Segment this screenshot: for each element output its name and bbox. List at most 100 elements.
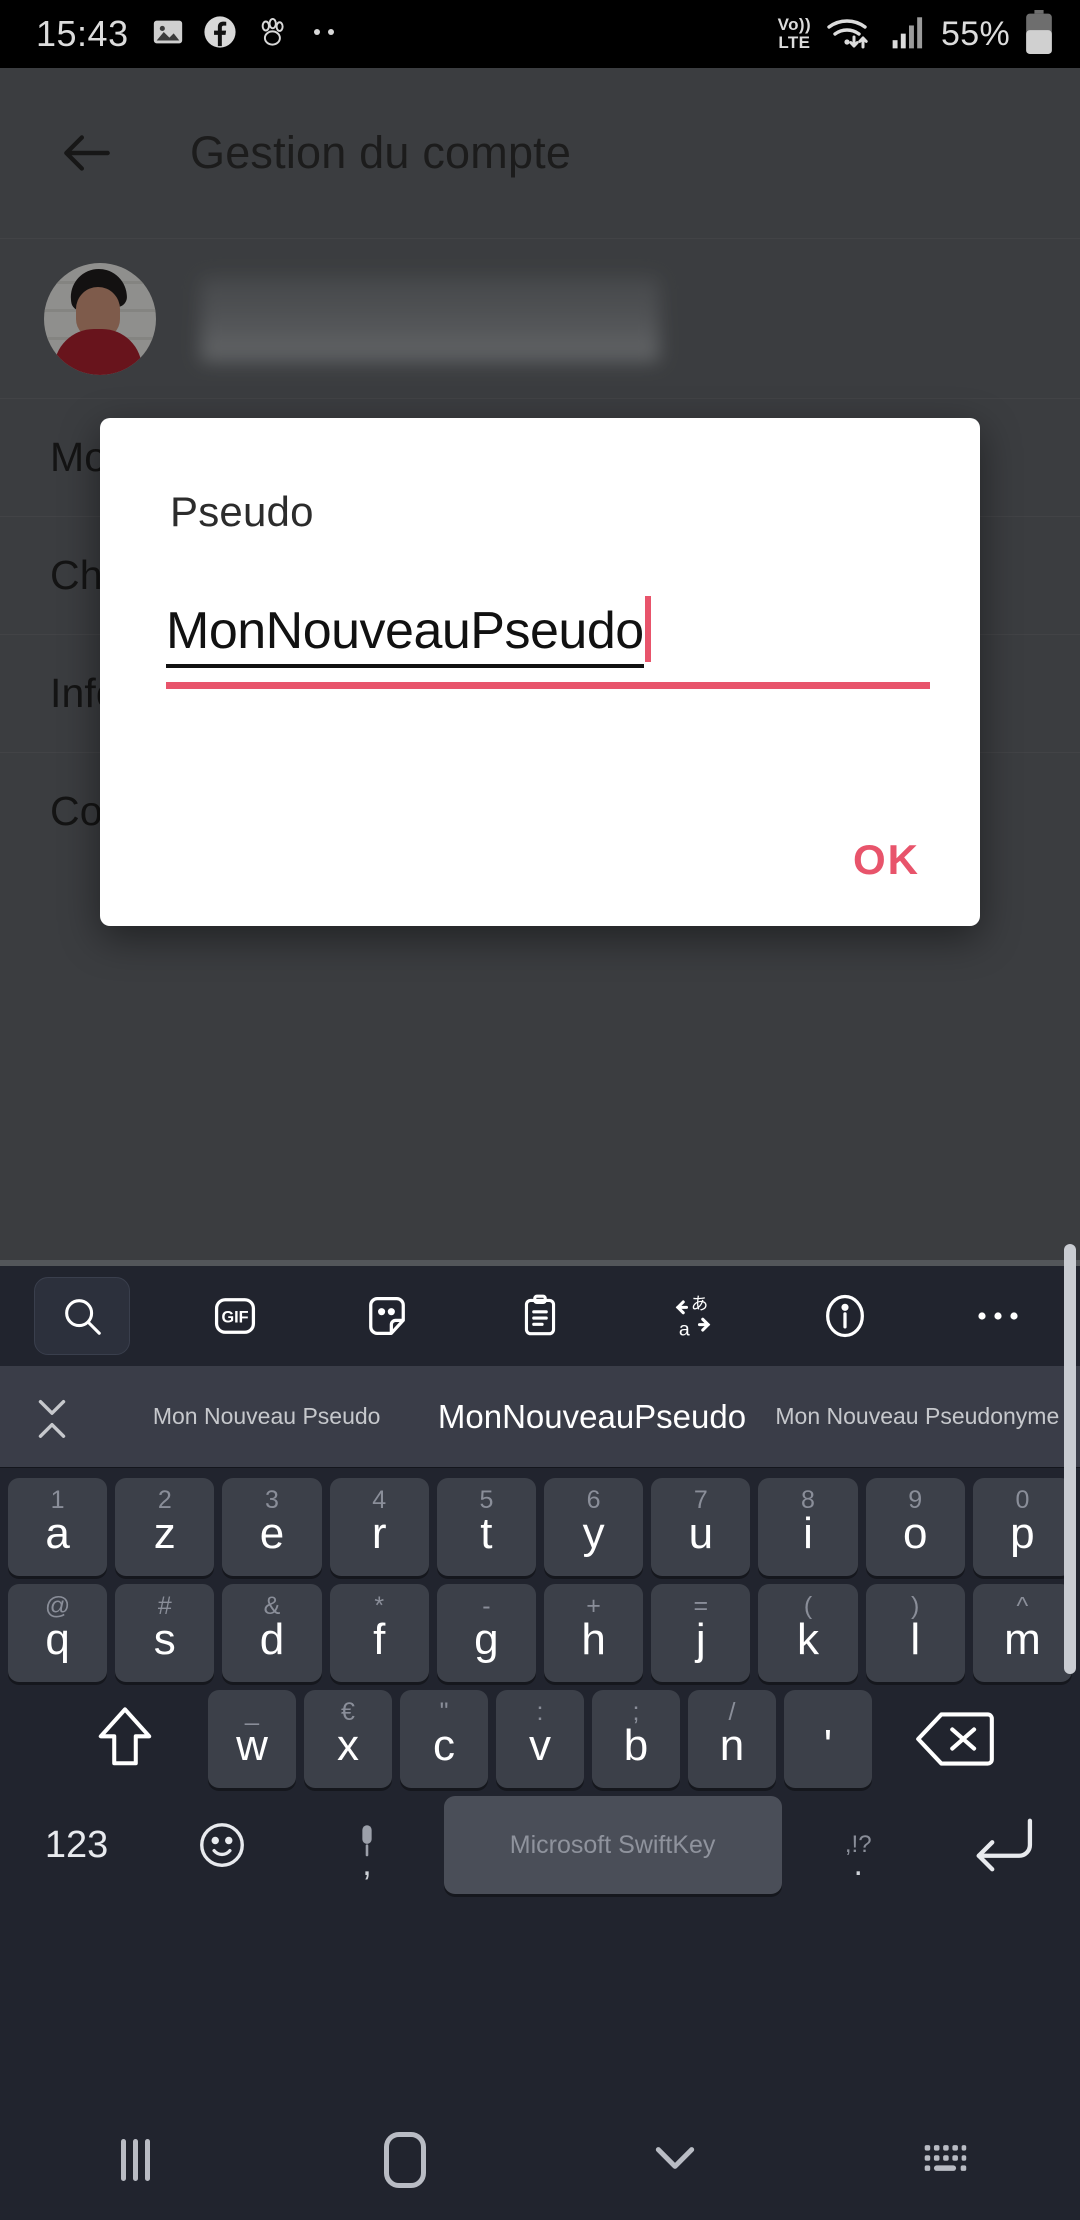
key-label: y: [582, 1509, 605, 1558]
suggestion-0[interactable]: Mon Nouveau Pseudo: [104, 1403, 429, 1430]
search-icon[interactable]: [34, 1277, 130, 1355]
key-sup: /: [728, 1698, 736, 1726]
key-label: m: [1004, 1615, 1041, 1664]
info-icon[interactable]: [797, 1277, 893, 1355]
suggestion-bar: Mon Nouveau Pseudo MonNouveauPseudo Mon …: [0, 1366, 1080, 1468]
key-i[interactable]: 8i: [758, 1478, 858, 1576]
recents-button[interactable]: [0, 2139, 270, 2181]
status-bar-right: Vo)) LTE 55%: [778, 9, 1054, 59]
backspace-icon[interactable]: [880, 1690, 1030, 1788]
text-cursor: [644, 596, 651, 662]
paw-icon: [255, 14, 291, 55]
key-y[interactable]: 6y: [544, 1478, 644, 1576]
space-key[interactable]: Microsoft SwiftKey: [443, 1796, 782, 1894]
key-label: b: [623, 1721, 649, 1770]
key-sup: 2: [157, 1486, 172, 1514]
key-apostrophe[interactable]: ': [784, 1690, 872, 1788]
suggestion-1[interactable]: MonNouveauPseudo: [429, 1398, 754, 1436]
sticker-icon[interactable]: [339, 1277, 435, 1355]
key-sup: 5: [479, 1486, 494, 1514]
photo-icon: [151, 15, 185, 54]
comma-mic-key[interactable]: ,: [298, 1796, 435, 1894]
key-k[interactable]: (k: [758, 1584, 858, 1682]
clipboard-icon[interactable]: [492, 1277, 588, 1355]
key-label: u: [688, 1509, 714, 1558]
profile-row[interactable]: [0, 238, 1080, 398]
keyboard-switcher-button[interactable]: [810, 2138, 1080, 2183]
key-j[interactable]: = j: [651, 1584, 751, 1682]
key-m[interactable]: ^ m: [972, 1584, 1073, 1682]
key-label: c: [433, 1721, 455, 1770]
svg-text:GIF: GIF: [221, 1309, 248, 1327]
home-button[interactable]: [270, 2132, 540, 2188]
translate-icon[interactable]: あ a: [645, 1277, 741, 1355]
key-label: a: [45, 1509, 70, 1558]
key-sup: 7: [693, 1486, 708, 1514]
key-t[interactable]: 5t: [436, 1478, 536, 1576]
keyboard-switcher-icon: [921, 2138, 969, 2183]
enter-icon[interactable]: [935, 1796, 1072, 1894]
keyboard-scrollbar[interactable]: [1064, 1244, 1076, 1674]
pseudo-input[interactable]: MonNouveauPseudo: [166, 600, 644, 668]
wifi-icon: [825, 12, 877, 57]
key-b[interactable]: ; b: [592, 1690, 680, 1788]
notification-icons: [151, 14, 343, 55]
key-l[interactable]: ) l: [865, 1584, 965, 1682]
key-label: ': [823, 1721, 833, 1770]
ok-button[interactable]: OK: [853, 836, 920, 884]
key-g[interactable]: -g: [436, 1584, 536, 1682]
keyboard-row-3: _ w € x " c :v ; b / n ': [4, 1690, 1076, 1788]
keyboard-toolbar: GIF あ a: [0, 1266, 1080, 1366]
key-label: w: [236, 1721, 268, 1770]
chevron-expand-icon[interactable]: [0, 1386, 104, 1448]
pseudo-input-wrapper[interactable]: MonNouveauPseudo: [166, 596, 930, 689]
key-h[interactable]: + h: [544, 1584, 644, 1682]
key-d[interactable]: & d: [222, 1584, 322, 1682]
key-sup: €: [341, 1698, 355, 1726]
key-x[interactable]: € x: [304, 1690, 392, 1788]
signal-icon: [891, 15, 927, 54]
navigation-bar: [0, 2100, 1080, 2220]
key-sup: =: [693, 1592, 709, 1620]
key-o[interactable]: 9o: [865, 1478, 965, 1576]
battery-icon: [1024, 9, 1054, 59]
swiftkey-keyboard: GIF あ a Mon Nouveau Pseudo MonNouveauPse…: [0, 1244, 1080, 2100]
period-punctuation-key[interactable]: ,!? .: [790, 1796, 927, 1894]
key-q[interactable]: @ q: [7, 1584, 108, 1682]
svg-text:あ: あ: [691, 1294, 708, 1314]
key-label: f: [373, 1615, 386, 1664]
keyboard-keys: 1a 2z 3e 4r 5t 6y 7u 8i 9o 0p @ q # s & d *…: [0, 1468, 1080, 1894]
key-sup: ^: [1016, 1592, 1029, 1620]
gif-icon[interactable]: GIF: [187, 1277, 283, 1355]
hide-keyboard-button[interactable]: [540, 2138, 810, 2183]
back-arrow-icon[interactable]: [56, 122, 118, 184]
key-z[interactable]: 2z: [115, 1478, 215, 1576]
numeric-key[interactable]: 123: [8, 1796, 145, 1894]
more-icon[interactable]: [950, 1277, 1046, 1355]
key-r[interactable]: 4r: [329, 1478, 429, 1576]
key-a[interactable]: 1a: [7, 1478, 108, 1576]
key-f[interactable]: * f: [329, 1584, 429, 1682]
emoji-icon[interactable]: [153, 1796, 290, 1894]
key-label: n: [719, 1721, 745, 1770]
key-n[interactable]: / n: [688, 1690, 776, 1788]
key-w[interactable]: _ w: [208, 1690, 296, 1788]
hide-keyboard-icon: [650, 2138, 700, 2183]
key-e[interactable]: 3e: [222, 1478, 322, 1576]
key-s[interactable]: # s: [115, 1584, 215, 1682]
key-label: p: [1010, 1509, 1035, 1558]
key-c[interactable]: " c: [400, 1690, 488, 1788]
facebook-icon: [203, 15, 237, 54]
key-u[interactable]: 7u: [651, 1478, 751, 1576]
avatar[interactable]: [44, 262, 156, 375]
shift-icon[interactable]: [50, 1690, 200, 1788]
input-focus-underline: [166, 682, 930, 689]
key-sup: *: [374, 1592, 385, 1620]
status-bar-clock: 15:43: [36, 13, 129, 54]
key-v[interactable]: :v: [496, 1690, 584, 1788]
key-label: s: [153, 1615, 176, 1664]
key-label: t: [480, 1509, 493, 1558]
key-sup: &: [263, 1592, 281, 1620]
key-p[interactable]: 0p: [972, 1478, 1073, 1576]
suggestion-2[interactable]: Mon Nouveau Pseudonyme: [755, 1403, 1080, 1430]
